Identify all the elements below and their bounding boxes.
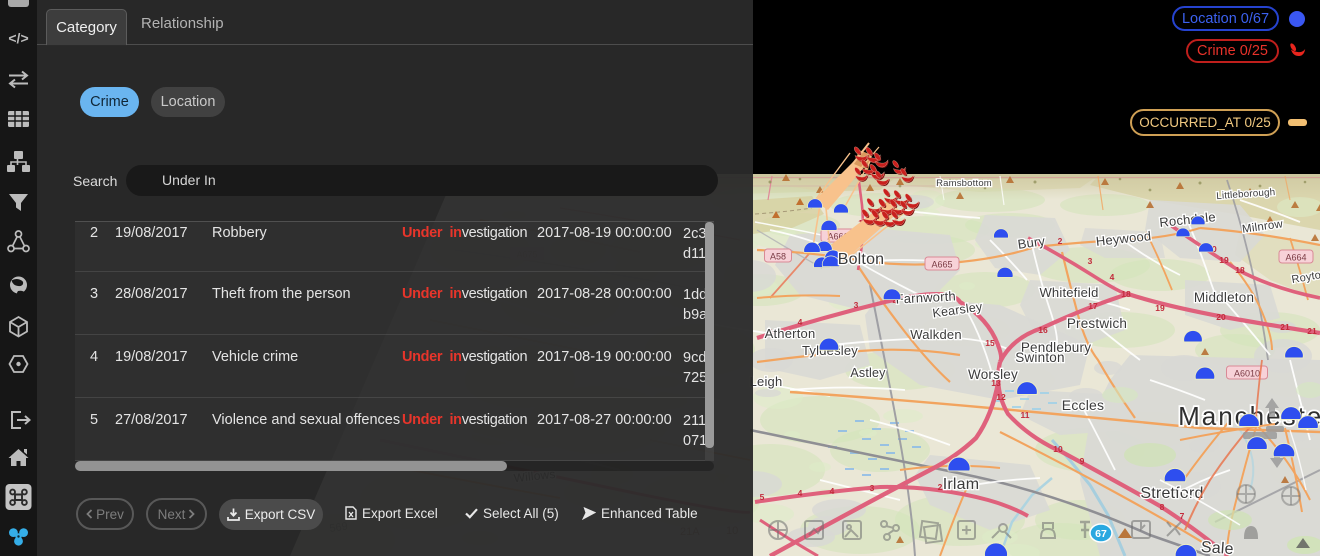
svg-text:17: 17 [1088, 301, 1098, 311]
svg-text:12: 12 [996, 392, 1006, 402]
svg-text:Irlam: Irlam [943, 476, 980, 493]
svg-text:8: 8 [1160, 502, 1165, 512]
svg-text:Astley: Astley [850, 366, 886, 380]
svg-text:4: 4 [1110, 272, 1115, 282]
svg-text:Worsley: Worsley [968, 367, 1018, 382]
svg-text:21: 21 [1280, 322, 1290, 332]
svg-text:9: 9 [1080, 456, 1085, 466]
svg-text:16: 16 [1038, 325, 1048, 335]
svg-text:2: 2 [1058, 236, 1063, 246]
svg-text:18: 18 [1121, 289, 1131, 299]
svg-text:4: 4 [798, 488, 803, 498]
svg-text:Middleton: Middleton [1194, 290, 1254, 305]
svg-text:3: 3 [854, 300, 859, 310]
svg-text:5: 5 [760, 492, 765, 502]
svg-text:7: 7 [1180, 511, 1185, 521]
svg-text:A665: A665 [931, 260, 952, 270]
svg-text:19: 19 [1155, 303, 1165, 313]
svg-text:Whitefield: Whitefield [1039, 285, 1098, 300]
svg-text:10: 10 [1053, 444, 1063, 454]
svg-text:Leigh: Leigh [750, 374, 783, 389]
svg-text:Atherton: Atherton [765, 326, 816, 341]
svg-text:20: 20 [1216, 312, 1226, 322]
svg-text:Sale: Sale [1200, 539, 1234, 556]
svg-text:Eccles: Eccles [1062, 397, 1104, 413]
svg-text:67: 67 [1095, 528, 1107, 540]
svg-text:A58: A58 [770, 252, 786, 262]
svg-text:18: 18 [1235, 265, 1245, 275]
svg-text:19: 19 [1219, 255, 1229, 265]
svg-text:15: 15 [985, 338, 995, 348]
svg-text:11: 11 [1021, 410, 1030, 420]
svg-text:3: 3 [870, 483, 875, 493]
svg-text:A664: A664 [1285, 253, 1306, 263]
svg-text:Swinton: Swinton [1015, 350, 1064, 365]
svg-text:Bolton: Bolton [838, 251, 885, 268]
svg-text:21: 21 [1307, 326, 1317, 336]
svg-text:</>: </> [8, 30, 28, 46]
svg-text:Ramsbottom: Ramsbottom [936, 178, 992, 189]
svg-text:4: 4 [830, 486, 835, 496]
svg-text:Prestwich: Prestwich [1067, 316, 1127, 331]
svg-text:3: 3 [1088, 256, 1093, 266]
svg-text:Stretford: Stretford [1140, 485, 1203, 502]
svg-text:Walkden: Walkden [910, 327, 962, 342]
svg-text:A6010: A6010 [1234, 369, 1260, 379]
